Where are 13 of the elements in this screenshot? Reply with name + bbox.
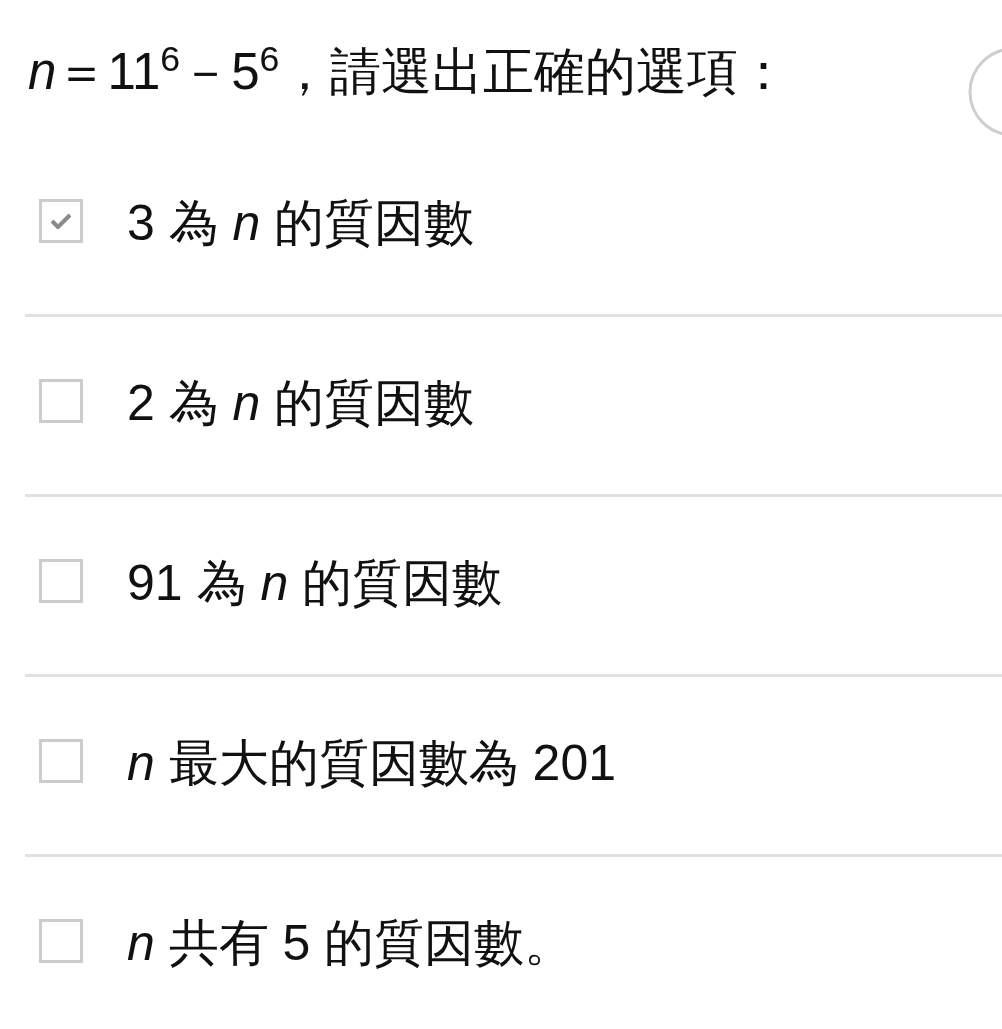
check-icon (50, 212, 72, 229)
checkbox[interactable] (39, 378, 83, 423)
option-label: n 最大的質因數為 201 (127, 733, 617, 793)
checkbox[interactable] (39, 558, 83, 603)
question-text: n＝11$^{6}$－5$^{6}$，請選出正確的選項： (28, 40, 790, 102)
ring-icon (968, 47, 1002, 137)
option-label: 91 為 n 的質因數 (127, 553, 503, 613)
checkbox[interactable] (39, 198, 83, 243)
checkbox[interactable] (39, 918, 83, 963)
option-label: n 共有 5 的質因數。 (127, 913, 575, 973)
option-label: 3 為 n 的質因數 (127, 193, 475, 253)
option-label: 2 為 n 的質因數 (127, 373, 475, 433)
checkbox[interactable] (39, 738, 83, 783)
